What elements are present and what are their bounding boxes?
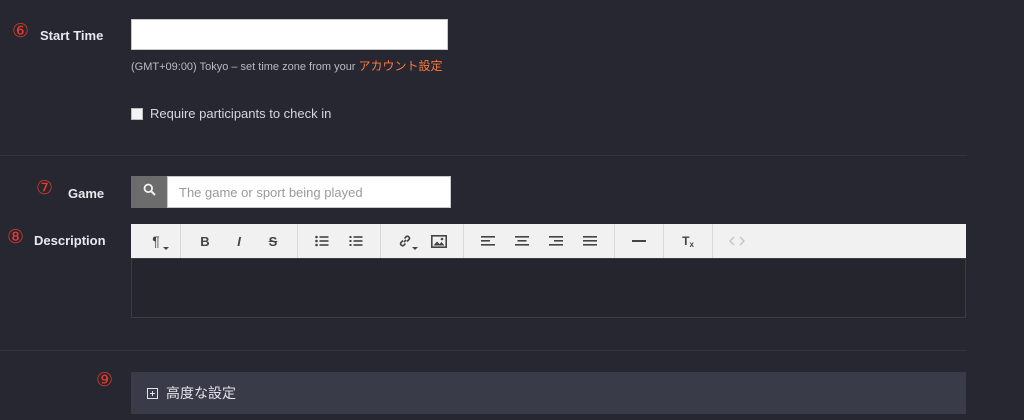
align-left-icon	[481, 235, 495, 247]
numbered-list-button[interactable]	[343, 228, 369, 254]
dropdown-caret-icon	[412, 247, 418, 250]
section-divider-2	[0, 350, 967, 351]
align-right-icon	[549, 235, 563, 247]
align-center-button[interactable]	[509, 228, 535, 254]
check-in-checkbox[interactable]	[131, 107, 143, 120]
step-8-marker: ⑧	[7, 227, 25, 248]
search-icon	[143, 183, 156, 201]
search-button[interactable]	[131, 176, 167, 208]
link-button[interactable]	[392, 228, 418, 254]
image-icon	[431, 234, 447, 248]
toolbar-group-clear: Tx	[664, 224, 713, 258]
description-editor: ¶ B I S Tx	[131, 224, 966, 318]
numbered-list-icon	[349, 235, 363, 247]
editor-toolbar: ¶ B I S Tx	[131, 224, 966, 258]
link-icon	[398, 234, 412, 248]
game-search-input[interactable]: The game or sport being played	[167, 176, 451, 208]
check-in-row[interactable]: Require participants to check in	[131, 106, 331, 121]
toolbar-group-paragraph: ¶	[131, 224, 181, 258]
align-right-button[interactable]	[543, 228, 569, 254]
toolbar-group-insert	[381, 224, 464, 258]
expand-plus-icon	[147, 387, 158, 399]
strikethrough-button[interactable]: S	[260, 228, 286, 254]
clear-formatting-icon: Tx	[682, 233, 694, 249]
bulleted-list-icon	[315, 235, 329, 247]
toolbar-group-lists	[298, 224, 381, 258]
code-view-button[interactable]	[724, 228, 750, 254]
advanced-settings-label: 高度な設定	[166, 385, 236, 401]
description-label: Description	[34, 233, 106, 248]
code-view-icon	[729, 236, 745, 246]
strikethrough-icon: S	[268, 233, 278, 249]
dropdown-caret-icon	[163, 247, 169, 250]
timezone-help: (GMT+09:00) Tokyo – set time zone from y…	[131, 57, 443, 74]
game-search: The game or sport being played	[131, 176, 451, 208]
section-divider-1	[0, 155, 967, 156]
toolbar-group-rule	[615, 224, 664, 258]
toolbar-group-text: B I S	[181, 224, 298, 258]
start-time-input[interactable]	[131, 19, 448, 50]
bold-button[interactable]: B	[192, 228, 218, 254]
align-left-button[interactable]	[475, 228, 501, 254]
image-button[interactable]	[426, 228, 452, 254]
clear-formatting-button[interactable]: Tx	[675, 228, 701, 254]
toolbar-group-code	[713, 224, 761, 258]
advanced-settings-toggle[interactable]: 高度な設定	[131, 372, 966, 414]
timezone-help-text: (GMT+09:00) Tokyo – set time zone from y…	[131, 61, 356, 73]
step-7-marker: ⑦	[36, 178, 54, 199]
paragraph-format-button[interactable]: ¶	[143, 228, 169, 254]
game-search-placeholder: The game or sport being played	[179, 184, 363, 200]
align-center-icon	[515, 235, 529, 247]
horizontal-rule-button[interactable]	[626, 228, 652, 254]
paragraph-icon: ¶	[152, 233, 160, 249]
start-time-label: Start Time	[40, 28, 104, 43]
italic-icon: I	[237, 233, 241, 249]
align-justify-icon	[583, 235, 597, 247]
check-in-label: Require participants to check in	[150, 106, 332, 121]
toolbar-group-align	[464, 224, 615, 258]
account-settings-link[interactable]: アカウント設定	[359, 59, 443, 73]
game-label: Game	[68, 186, 105, 201]
step-9-marker: ⑨	[96, 370, 114, 391]
horizontal-rule-icon	[632, 239, 646, 243]
bold-icon: B	[200, 233, 210, 249]
align-justify-button[interactable]	[577, 228, 603, 254]
italic-button[interactable]: I	[226, 228, 252, 254]
bulleted-list-button[interactable]	[309, 228, 335, 254]
step-6-marker: ⑥	[12, 21, 30, 42]
description-text-area[interactable]	[131, 258, 966, 318]
